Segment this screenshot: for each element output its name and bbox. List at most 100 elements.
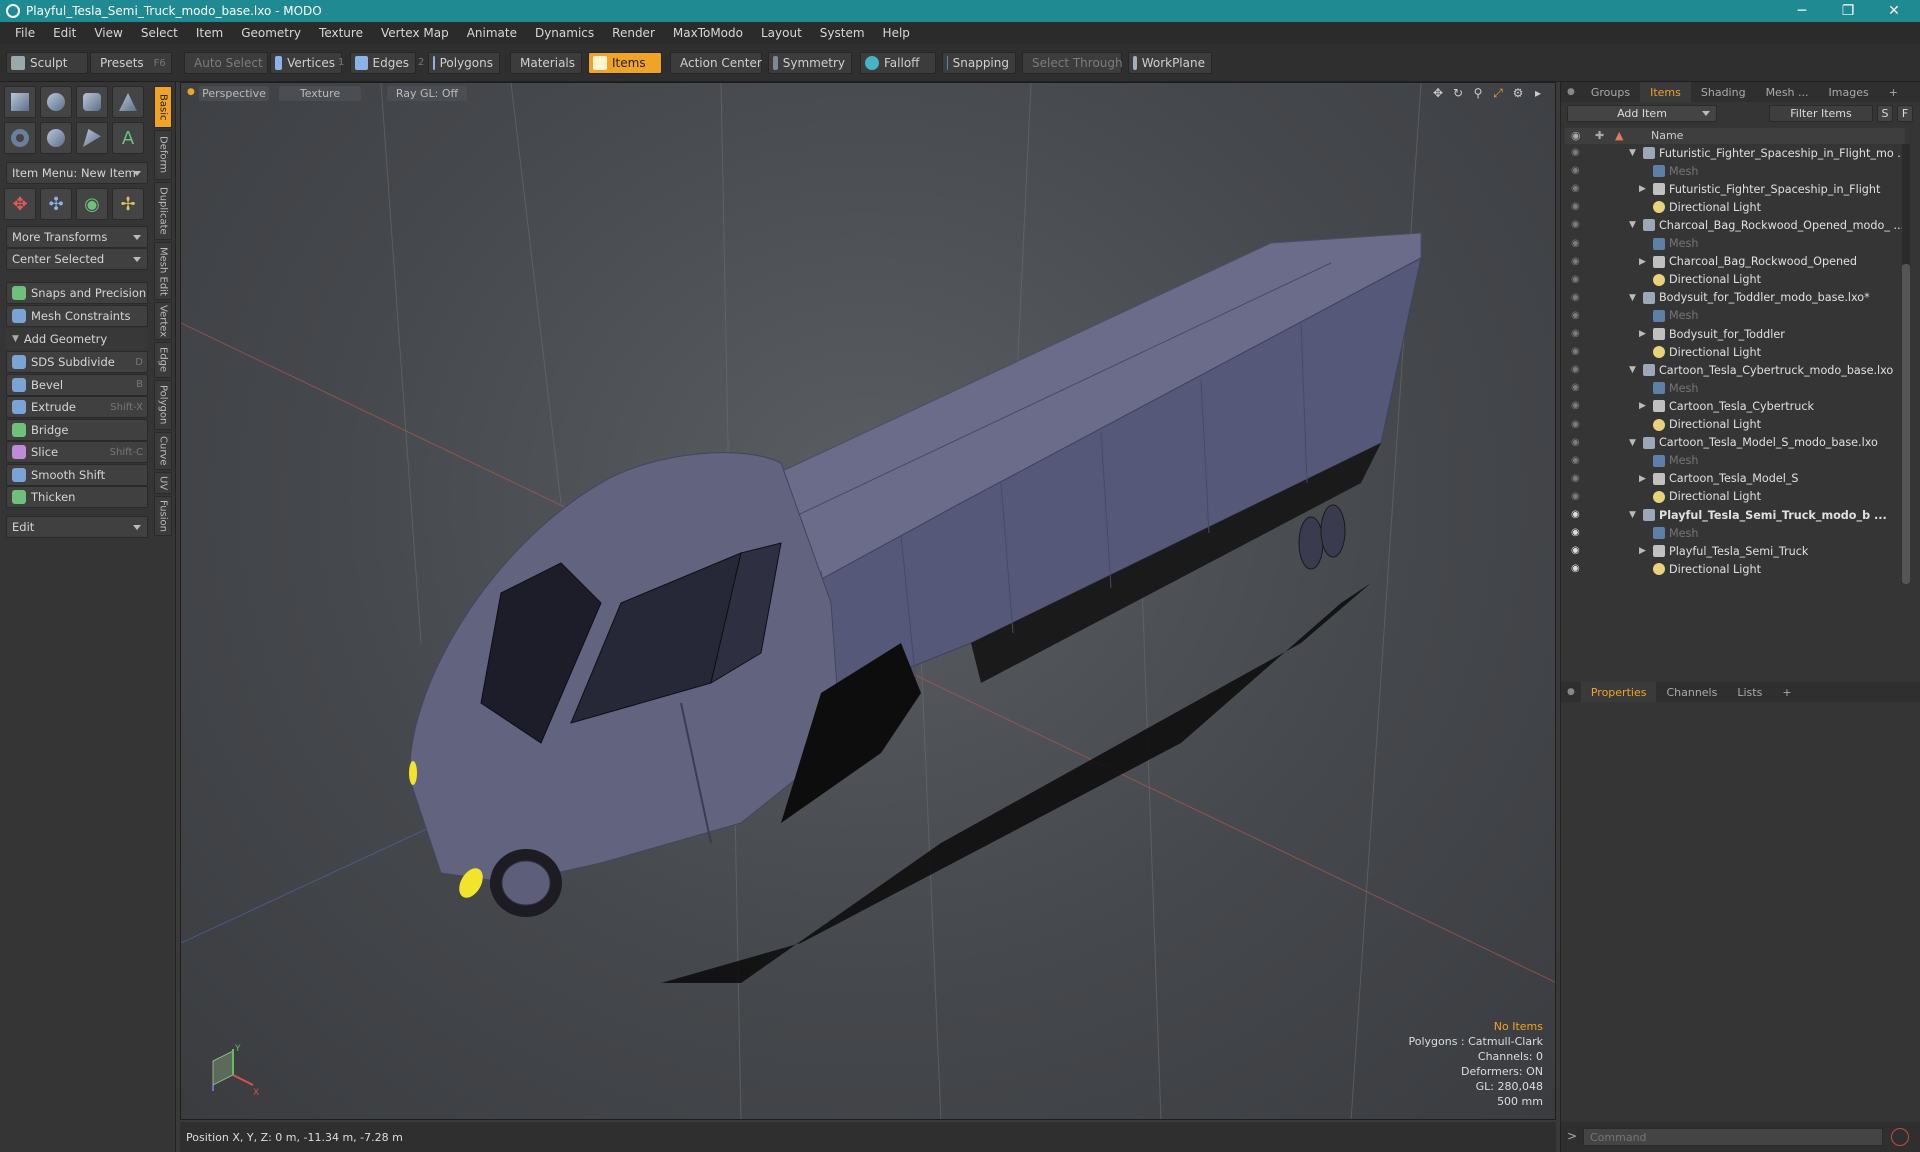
- panel-menu-icon[interactable]: ●: [1561, 687, 1581, 697]
- visibility-eye-icon[interactable]: ◉: [1571, 563, 1583, 575]
- cylinder-tool-button[interactable]: [76, 86, 108, 118]
- menu-maxtomodo[interactable]: MaxToModo: [664, 26, 752, 40]
- item-tree-row[interactable]: ◉ ▼ Bodysuit_for_Toddler_modo_base.lxo*: [1565, 289, 1905, 307]
- tab-fusion[interactable]: Fusion: [154, 496, 172, 536]
- falloff-button[interactable]: Falloff: [860, 52, 936, 74]
- capsule-tool-button[interactable]: [40, 122, 72, 154]
- item-tree-row[interactable]: ◉ ▶ Cartoon_Tesla_Model_S: [1565, 470, 1905, 488]
- thicken-button[interactable]: Thicken: [6, 486, 148, 508]
- presets-button[interactable]: Presets F6: [90, 52, 172, 74]
- sds-subdivide-button[interactable]: SDS Subdivide D: [6, 351, 148, 373]
- transform-tool-button[interactable]: ✢: [112, 188, 144, 220]
- menu-vertex-map[interactable]: Vertex Map: [372, 26, 458, 40]
- expand-icon[interactable]: ▶: [1639, 184, 1646, 194]
- item-tree-row[interactable]: ◉ Mesh: [1565, 307, 1905, 325]
- bevel-button[interactable]: Bevel B: [6, 373, 148, 396]
- smooth-shift-button[interactable]: Smooth Shift: [6, 463, 148, 486]
- visibility-column-icon[interactable]: ◉: [1571, 129, 1581, 142]
- visibility-eye-icon[interactable]: ◉: [1571, 292, 1583, 304]
- panel-menu-icon[interactable]: ●: [1561, 87, 1581, 97]
- visibility-eye-icon[interactable]: ◉: [1571, 183, 1583, 195]
- raygl-toggle[interactable]: Ray GL: Off: [387, 86, 467, 101]
- gear-icon[interactable]: ⚙: [1511, 86, 1525, 100]
- item-tree-row[interactable]: ◉ Directional Light: [1565, 343, 1905, 361]
- text-tool-button[interactable]: A: [112, 122, 144, 154]
- tab-polygon[interactable]: Polygon: [154, 380, 172, 430]
- expand-icon[interactable]: ▶: [1639, 546, 1646, 556]
- visibility-eye-icon[interactable]: ◉: [1571, 545, 1583, 557]
- collapse-icon[interactable]: ▼: [1629, 510, 1636, 520]
- item-tree-row[interactable]: ◉ ▶ Playful_Tesla_Semi_Truck: [1565, 542, 1905, 560]
- tab-properties[interactable]: Properties: [1580, 682, 1657, 702]
- visibility-eye-icon[interactable]: ◉: [1571, 274, 1583, 286]
- visibility-eye-icon[interactable]: ◉: [1571, 455, 1583, 467]
- scale-tool-button[interactable]: ◉: [76, 188, 108, 220]
- item-tree-row[interactable]: ◉ ▶ Futuristic_Fighter_Spaceship_in_Flight: [1565, 180, 1905, 198]
- tab-shading[interactable]: Shading: [1691, 82, 1756, 102]
- item-tree-row[interactable]: ◉ ▶ Bodysuit_for_Toddler: [1565, 325, 1905, 343]
- visibility-eye-icon[interactable]: ◉: [1571, 437, 1583, 449]
- visibility-eye-icon[interactable]: ◉: [1571, 473, 1583, 485]
- tab-lists[interactable]: Lists: [1727, 682, 1772, 702]
- pen-tool-button[interactable]: [76, 122, 108, 154]
- item-tree-row[interactable]: ◉ ▼ Playful_Tesla_Semi_Truck_modo_b ...: [1565, 506, 1905, 524]
- item-tree-row[interactable]: ◉ ▶ Cartoon_Tesla_Cybertruck: [1565, 397, 1905, 415]
- visibility-eye-icon[interactable]: ◉: [1571, 527, 1583, 539]
- menu-animate[interactable]: Animate: [458, 26, 526, 40]
- symmetry-button[interactable]: Symmetry: [768, 52, 852, 74]
- item-tree-row[interactable]: ◉ Mesh: [1565, 524, 1905, 542]
- expand-icon[interactable]: ▶: [1639, 329, 1646, 339]
- item-tree-row[interactable]: ◉ Directional Light: [1565, 488, 1905, 506]
- item-tree-row[interactable]: ◉ ▼ Charcoal_Bag_Rockwood_Opened_modo_ ...: [1565, 216, 1905, 234]
- command-input[interactable]: [1583, 1128, 1883, 1146]
- menu-geometry[interactable]: Geometry: [232, 26, 310, 40]
- tab-channels[interactable]: Channels: [1656, 682, 1727, 702]
- menu-edit[interactable]: Edit: [44, 26, 85, 40]
- add-geometry-header[interactable]: ▼ Add Geometry: [6, 328, 148, 350]
- expand-icon[interactable]: ▶: [1639, 401, 1646, 411]
- f-filter-button[interactable]: F: [1897, 105, 1913, 122]
- edges-button[interactable]: Edges: [350, 52, 416, 74]
- tab-items[interactable]: Items: [1640, 82, 1691, 102]
- items-button[interactable]: Items: [588, 52, 662, 74]
- collapse-icon[interactable]: ▼: [1629, 365, 1636, 375]
- visibility-eye-icon[interactable]: ◉: [1571, 201, 1583, 213]
- zoom-icon[interactable]: ⚲: [1471, 86, 1485, 100]
- scrollbar-thumb[interactable]: [1902, 264, 1910, 584]
- vertices-button[interactable]: Vertices: [270, 52, 342, 74]
- minimize-button[interactable]: ─: [1780, 0, 1824, 22]
- tab-edge[interactable]: Edge: [154, 342, 172, 378]
- menu-file[interactable]: File: [6, 26, 44, 40]
- s-filter-button[interactable]: S: [1877, 105, 1893, 122]
- sphere-tool-button[interactable]: [40, 86, 72, 118]
- select-through-button[interactable]: Select Through: [1022, 52, 1123, 74]
- restore-button[interactable]: ❐: [1826, 0, 1870, 22]
- play-icon[interactable]: ▸: [1531, 86, 1545, 100]
- menu-select[interactable]: Select: [132, 26, 187, 40]
- tab-uv[interactable]: UV: [154, 472, 172, 494]
- item-tree-row[interactable]: ◉ Mesh: [1565, 235, 1905, 253]
- move-tool-button[interactable]: ✥: [4, 188, 36, 220]
- pan-icon[interactable]: ✥: [1431, 86, 1445, 100]
- visibility-eye-icon[interactable]: ◉: [1571, 256, 1583, 268]
- item-tree-row[interactable]: ◉ Mesh: [1565, 379, 1905, 397]
- perspective-dropdown[interactable]: Perspective: [199, 86, 269, 101]
- visibility-eye-icon[interactable]: ◉: [1571, 328, 1583, 340]
- visibility-eye-icon[interactable]: ◉: [1571, 382, 1583, 394]
- viewport-menu-icon[interactable]: ●: [187, 87, 195, 97]
- tab-deform[interactable]: Deform: [154, 130, 172, 180]
- visibility-eye-icon[interactable]: ◉: [1571, 364, 1583, 376]
- menu-render[interactable]: Render: [603, 26, 664, 40]
- menu-view[interactable]: View: [85, 26, 131, 40]
- visibility-eye-icon[interactable]: ◉: [1571, 147, 1583, 159]
- item-tree-row[interactable]: ◉ ▶ Charcoal_Bag_Rockwood_Opened: [1565, 253, 1905, 271]
- menu-help[interactable]: Help: [874, 26, 919, 40]
- item-tree-row[interactable]: ◉ Mesh: [1565, 452, 1905, 470]
- extrude-button[interactable]: Extrude Shift-X: [6, 396, 148, 418]
- visibility-eye-icon[interactable]: ◉: [1571, 165, 1583, 177]
- tab-vertex[interactable]: Vertex: [154, 302, 172, 340]
- orbit-icon[interactable]: ↻: [1451, 86, 1465, 100]
- collapse-icon[interactable]: ▼: [1629, 220, 1636, 230]
- item-tree-row[interactable]: ◉ Directional Light: [1565, 416, 1905, 434]
- menu-dynamics[interactable]: Dynamics: [526, 26, 603, 40]
